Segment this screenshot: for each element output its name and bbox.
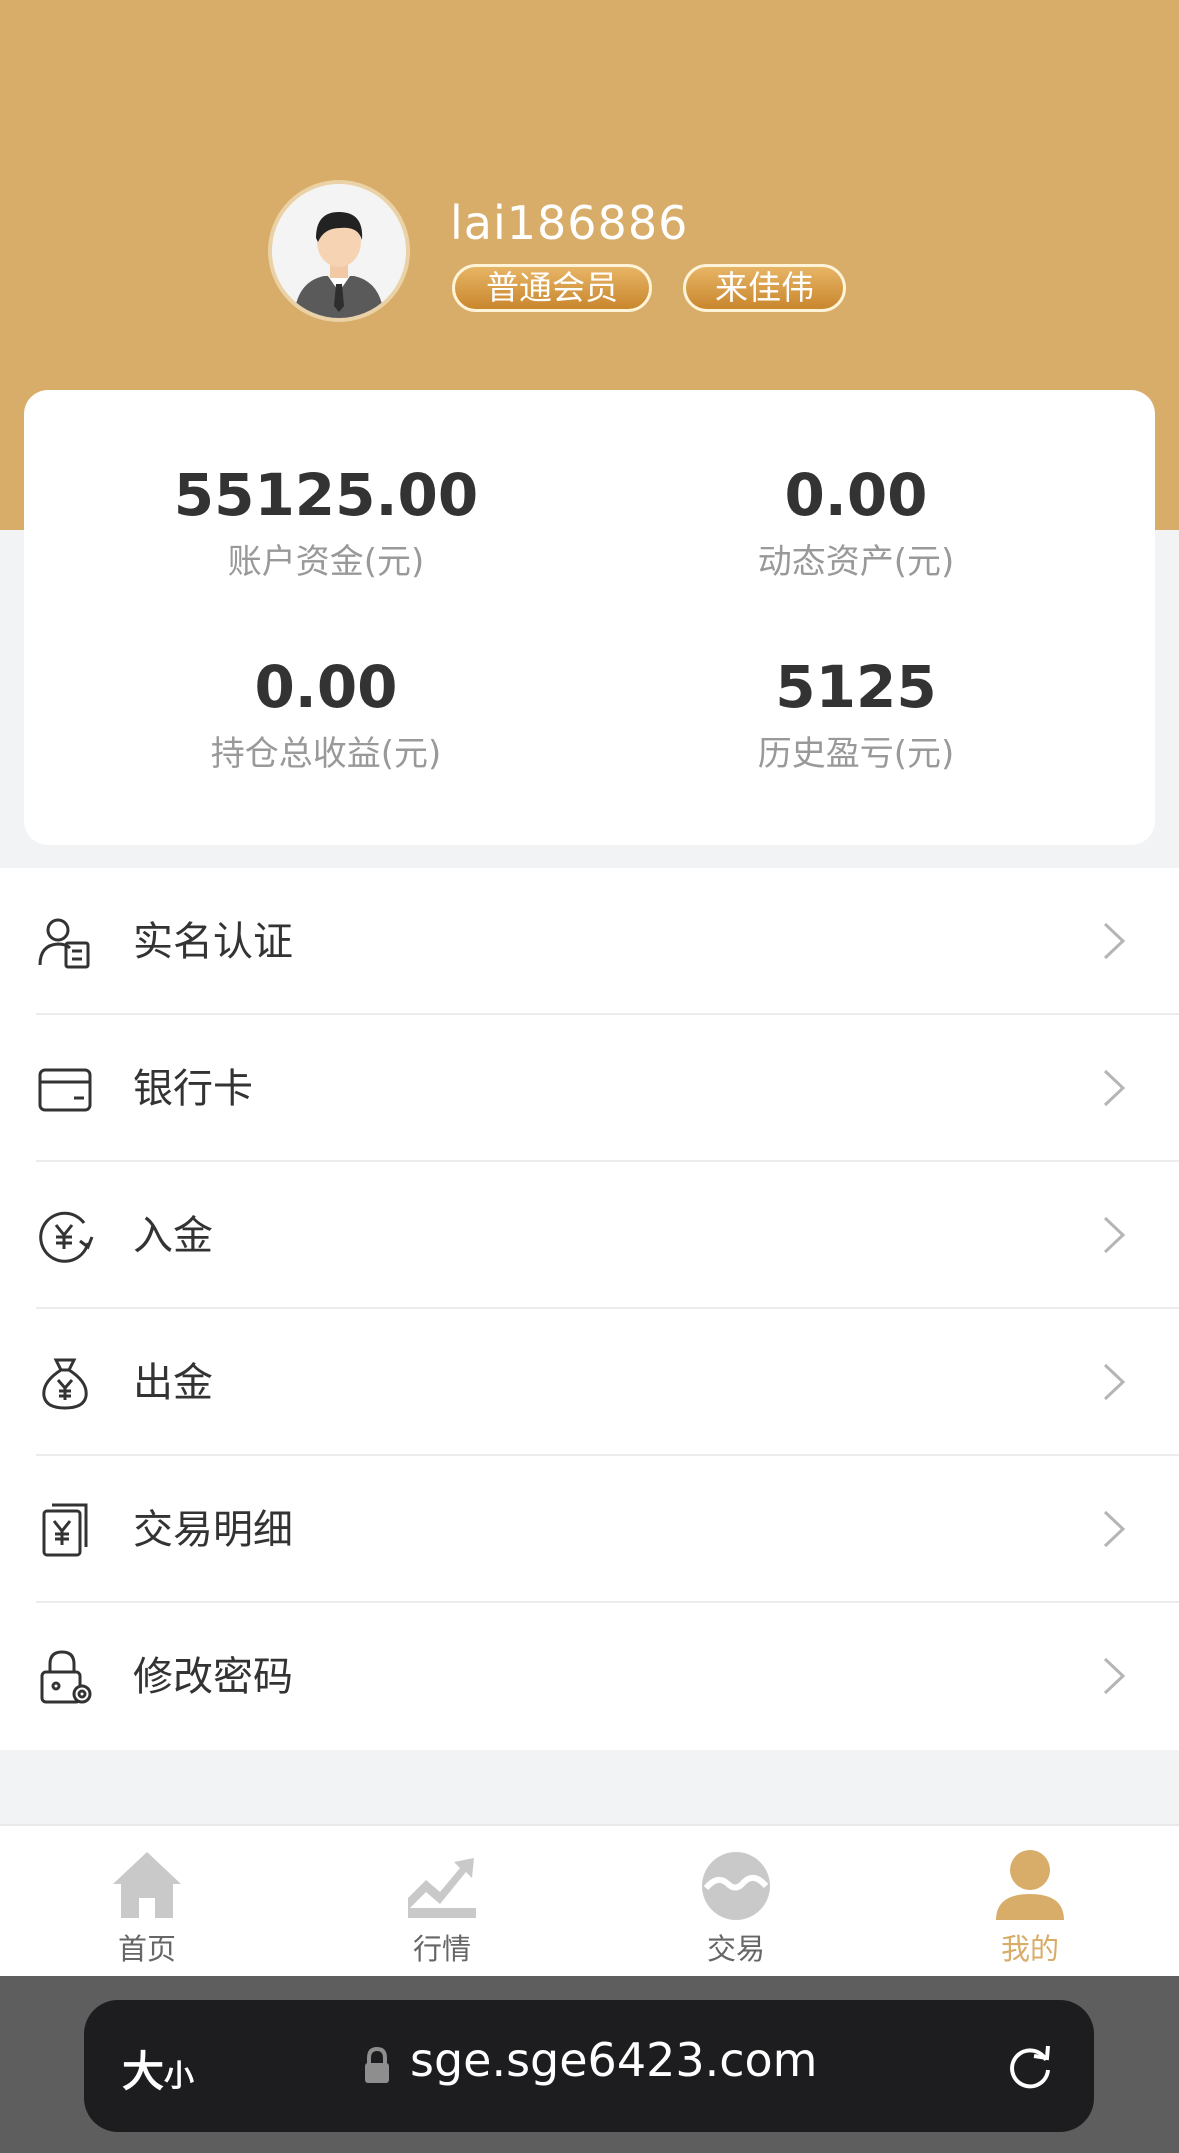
tab-label: 首页	[117, 1932, 176, 1966]
stat-label: 持仓总收益(元)	[210, 734, 442, 774]
browser-toolbar: 大小 sge.sge6423.com	[0, 1976, 1179, 2153]
profile-icon	[996, 1850, 1064, 1920]
menu-item-bank-card[interactable]: 银行卡	[0, 1015, 1179, 1162]
trade-icon	[702, 1852, 770, 1920]
menu-item-withdraw[interactable]: 出金	[0, 1309, 1179, 1456]
chevron-right-icon	[1103, 1069, 1126, 1107]
text-size-button[interactable]: 大小	[122, 2038, 194, 2099]
address-bar[interactable]: 大小 sge.sge6423.com	[84, 2000, 1094, 2132]
menu-item-label: 实名认证	[133, 919, 293, 965]
tab-label: 我的	[1000, 1932, 1059, 1966]
menu-item-label: 出金	[133, 1360, 213, 1406]
menu-item-label: 修改密码	[133, 1654, 293, 1700]
tab-home[interactable]: 首页	[77, 1848, 217, 1968]
stat-label: 历史盈亏(元)	[757, 734, 955, 774]
withdraw-money-bag-icon	[42, 1358, 88, 1410]
bank-card-icon	[38, 1068, 92, 1112]
menu-item-change-password[interactable]: 修改密码	[0, 1603, 1179, 1750]
market-chart-icon	[408, 1858, 476, 1918]
bottom-tab-bar: 首页 行情 交易 我的	[0, 1824, 1179, 1976]
reload-icon[interactable]	[1004, 2040, 1056, 2092]
tab-trade[interactable]: 交易	[666, 1848, 806, 1968]
chevron-right-icon	[1103, 1510, 1126, 1548]
stat-label: 账户资金(元)	[227, 542, 425, 582]
tab-profile[interactable]: 我的	[960, 1848, 1100, 1968]
tab-market[interactable]: 行情	[372, 1848, 512, 1968]
username: lai186886	[450, 196, 689, 250]
account-menu: 实名认证 银行卡 入金 出金 交易明细 修改密码	[0, 868, 1179, 1750]
real-name-badge: 来佳伟	[683, 264, 846, 312]
home-icon	[113, 1852, 181, 1918]
menu-item-label: 银行卡	[133, 1066, 253, 1112]
chevron-right-icon	[1103, 1363, 1126, 1401]
account-stats-card: 55125.00 账户资金(元) 0.00 动态资产(元) 0.00 持仓总收益…	[24, 390, 1155, 845]
tab-label: 行情	[412, 1932, 471, 1966]
transaction-details-icon	[42, 1503, 88, 1557]
stat-account-funds: 55125.00 账户资金(元)	[66, 460, 586, 584]
stat-dynamic-assets: 0.00 动态资产(元)	[596, 460, 1116, 584]
avatar[interactable]	[268, 180, 410, 322]
url-text: sge.sge6423.com	[410, 2033, 818, 2087]
tab-label: 交易	[706, 1932, 765, 1966]
menu-item-label: 入金	[133, 1213, 213, 1259]
user-avatar-icon	[272, 184, 406, 318]
text-size-small-label: 小	[164, 2059, 195, 2094]
chevron-right-icon	[1103, 1657, 1126, 1695]
menu-item-deposit[interactable]: 入金	[0, 1162, 1179, 1309]
menu-item-label: 交易明细	[133, 1507, 293, 1553]
id-verify-icon	[38, 918, 90, 969]
lock-settings-icon	[40, 1650, 92, 1704]
stat-value: 5125	[775, 653, 937, 721]
chevron-right-icon	[1103, 922, 1126, 960]
stat-value: 0.00	[254, 653, 398, 721]
stat-value: 55125.00	[173, 461, 479, 529]
stat-position-profit: 0.00 持仓总收益(元)	[66, 652, 586, 776]
menu-item-transaction-details[interactable]: 交易明细	[0, 1456, 1179, 1603]
menu-item-real-name-verification[interactable]: 实名认证	[0, 868, 1179, 1015]
stat-value: 0.00	[784, 461, 928, 529]
stat-label: 动态资产(元)	[757, 542, 955, 582]
member-level-badge: 普通会员	[452, 264, 652, 312]
deposit-icon	[39, 1211, 94, 1263]
text-size-large-label: 大	[122, 2047, 165, 2096]
chevron-right-icon	[1103, 1216, 1126, 1254]
stat-history-pnl: 5125 历史盈亏(元)	[596, 652, 1116, 776]
lock-icon	[365, 2046, 389, 2083]
